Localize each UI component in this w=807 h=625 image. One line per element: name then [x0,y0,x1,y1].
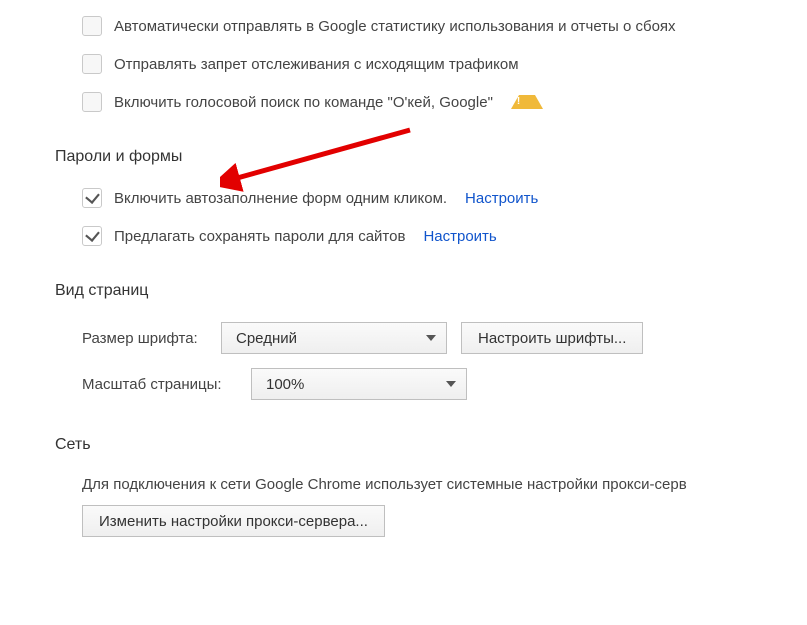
warning-icon [511,95,543,109]
save-passwords-configure-link[interactable]: Настроить [423,228,496,245]
privacy-stats-row[interactable]: Автоматически отправлять в Google статис… [82,16,807,36]
section-passwords-heading: Пароли и формы [55,148,807,166]
configure-fonts-label: Настроить шрифты... [478,330,626,347]
change-proxy-label: Изменить настройки прокси-сервера... [99,513,368,530]
privacy-dnt-row[interactable]: Отправлять запрет отслеживания с исходящ… [82,54,807,74]
configure-fonts-button[interactable]: Настроить шрифты... [461,322,643,354]
checkbox-checked[interactable] [82,226,102,246]
font-size-label: Размер шрифта: [82,330,207,347]
chevron-down-icon [426,335,436,341]
font-size-value: Средний [236,330,297,347]
autofill-configure-link[interactable]: Настроить [465,190,538,207]
privacy-stats-label: Автоматически отправлять в Google статис… [114,18,676,35]
checkbox-unchecked[interactable] [82,54,102,74]
section-network-heading: Сеть [55,436,807,454]
checkbox-unchecked[interactable] [82,92,102,112]
page-zoom-label: Масштаб страницы: [82,376,237,393]
section-appearance-heading: Вид страниц [55,282,807,300]
font-size-select[interactable]: Средний [221,322,447,354]
save-passwords-row[interactable]: Предлагать сохранять пароли для сайтов Н… [82,226,807,246]
privacy-voice-label: Включить голосовой поиск по команде "О'к… [114,94,493,111]
network-description: Для подключения к сети Google Chrome исп… [82,476,807,493]
privacy-dnt-label: Отправлять запрет отслеживания с исходящ… [114,56,519,73]
checkbox-unchecked[interactable] [82,16,102,36]
autofill-row[interactable]: Включить автозаполнение форм одним клико… [82,188,807,208]
save-passwords-label: Предлагать сохранять пароли для сайтов [114,228,405,245]
font-size-row: Размер шрифта: Средний Настроить шрифты.… [82,322,807,354]
chevron-down-icon [446,381,456,387]
checkbox-checked[interactable] [82,188,102,208]
page-zoom-select[interactable]: 100% [251,368,467,400]
autofill-label: Включить автозаполнение форм одним клико… [114,190,447,207]
page-zoom-row: Масштаб страницы: 100% [82,368,807,400]
privacy-voice-row[interactable]: Включить голосовой поиск по команде "О'к… [82,92,807,112]
change-proxy-button[interactable]: Изменить настройки прокси-сервера... [82,505,385,537]
page-zoom-value: 100% [266,376,304,393]
